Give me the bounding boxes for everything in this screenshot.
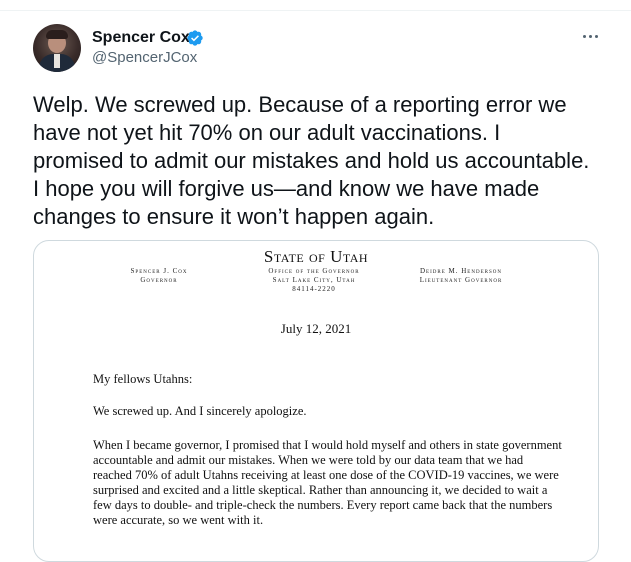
letterhead-left-block: Spencer J. Cox Governor [114, 267, 204, 285]
letterhead-center-block: Office of the Governor Salt Lake City, U… [234, 267, 394, 294]
letterhead-office: Office of the Governor [268, 267, 360, 275]
avatar-shirt [54, 54, 60, 68]
letterhead-left-title: Governor [140, 276, 178, 284]
avatar[interactable] [33, 24, 81, 72]
letterhead-city: Salt Lake City, Utah [272, 276, 356, 284]
letterhead-left-name: Spencer J. Cox [130, 267, 188, 275]
letter-apology: We screwed up. And I sincerely apologize… [93, 404, 307, 418]
avatar-hair [46, 30, 68, 39]
more-options-icon[interactable] [578, 24, 602, 48]
author-handle[interactable]: @SpencerJCox [92, 49, 197, 67]
tweet-text: Welp. We screwed up. Because of a report… [33, 92, 590, 229]
letterhead-title: State of Utah [263, 247, 369, 266]
more-dot [594, 34, 598, 38]
more-dot [588, 34, 592, 38]
letter-body-paragraph: When I became governor, I promised that … [93, 438, 562, 527]
letter-salutation: My fellows Utahns: [93, 372, 193, 386]
letterhead-zip: 84114-2220 [292, 285, 336, 293]
letterhead-right-block: Deidre M. Henderson Lieutenant Governor [406, 267, 516, 285]
verified-badge-icon [187, 30, 203, 46]
author-display-name[interactable]: Spencer Cox [92, 28, 190, 47]
letter-date: July 12, 2021 [280, 321, 352, 336]
governor-letter-image: State of Utah Spencer J. Cox Governor Of… [34, 241, 598, 561]
letterhead-right-title: Lieutenant Governor [419, 276, 503, 284]
timeline-divider [0, 0, 631, 11]
more-dot [582, 34, 586, 38]
letterhead-right-name: Deidre M. Henderson [420, 267, 502, 275]
tweet-image-card[interactable]: State of Utah Spencer J. Cox Governor Of… [33, 240, 599, 562]
